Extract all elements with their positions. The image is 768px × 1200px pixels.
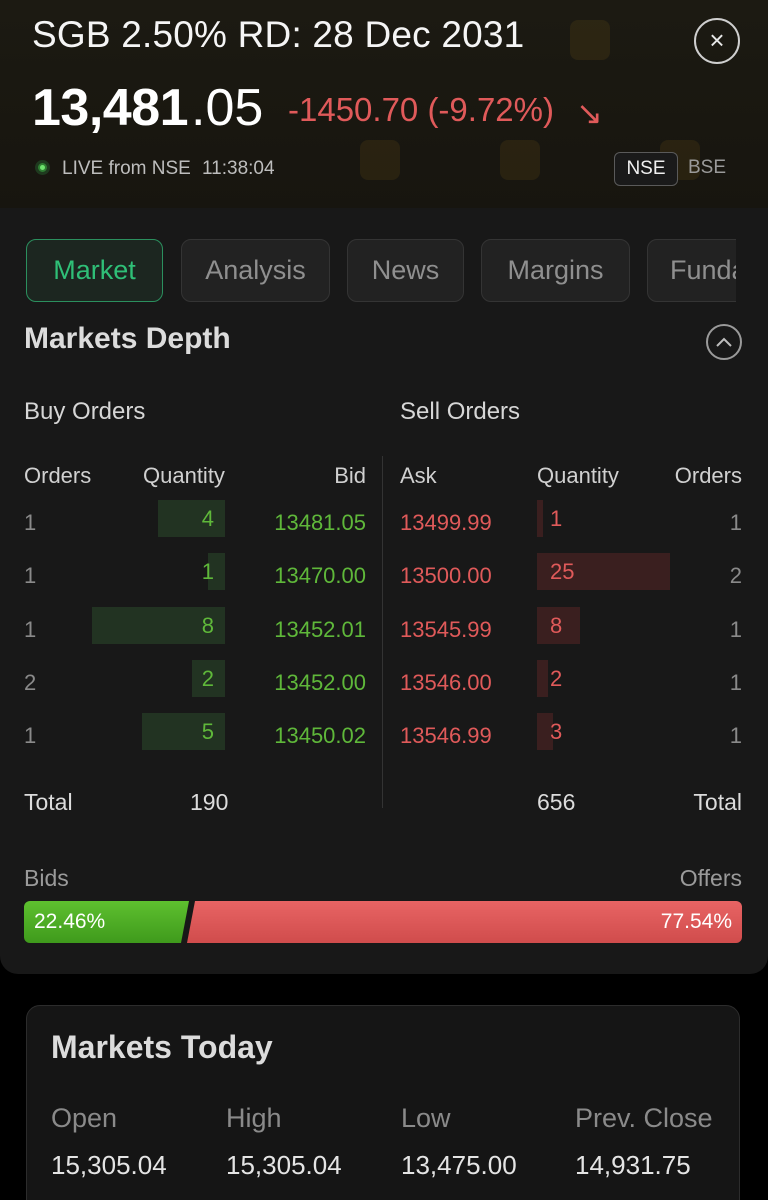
ask-price[interactable]: 13545.99 xyxy=(400,617,492,643)
last-price-decimal: .05 xyxy=(191,79,264,137)
buy-orders-count: 1 xyxy=(24,563,37,588)
live-label: LIVE from NSE xyxy=(62,158,191,179)
ask-price[interactable]: 13500.00 xyxy=(400,563,492,589)
buy-quantity: 5 xyxy=(201,719,214,744)
sell-total-label: Total xyxy=(693,789,742,815)
sell-orders-count: 1 xyxy=(729,510,742,535)
buy-quantity: 1 xyxy=(201,559,214,584)
tab-market[interactable]: Market xyxy=(26,239,163,302)
chevron-up-icon xyxy=(716,337,732,347)
buy-orders-header: Orders xyxy=(24,463,92,488)
sell-quantity: 3 xyxy=(550,719,563,744)
tab-fundamentals[interactable]: Funda xyxy=(647,239,736,302)
buy-quantity: 4 xyxy=(201,506,214,531)
bid-price[interactable]: 13470.00 xyxy=(274,563,366,589)
markets-today-title: Markets Today xyxy=(51,1029,273,1065)
bids-percentage-bar: 22.46% xyxy=(24,901,189,943)
buy-quantity-bar xyxy=(158,500,225,537)
collapse-button[interactable] xyxy=(706,324,742,360)
sell-quantity-bar xyxy=(537,660,548,697)
live-indicator-icon xyxy=(35,160,50,175)
bid-header: Bid xyxy=(334,463,366,488)
tab-margins[interactable]: Margins xyxy=(481,239,630,302)
sell-quantity: 25 xyxy=(550,559,575,584)
section-title: Markets Depth xyxy=(24,322,231,355)
ask-price[interactable]: 13499.99 xyxy=(400,510,492,536)
close-button[interactable]: × xyxy=(694,18,740,64)
sell-orders-title: Sell Orders xyxy=(400,398,521,425)
instrument-title: SGB 2.50% RD: 28 Dec 2031 xyxy=(32,14,525,55)
prev-close-value: 14,931.75 xyxy=(575,1150,691,1180)
down-arrow-icon: ↘ xyxy=(576,95,603,131)
buy-orders-count: 1 xyxy=(24,510,37,535)
bid-price[interactable]: 13452.00 xyxy=(274,670,366,696)
buy-orders-count: 1 xyxy=(24,723,37,748)
buy-total-label: Total xyxy=(24,789,73,815)
sell-orders-count: 2 xyxy=(729,563,742,588)
tab-news[interactable]: News xyxy=(347,239,464,302)
buy-total-quantity: 190 xyxy=(190,789,229,815)
live-time: 11:38:04 xyxy=(202,158,275,179)
buy-orders-count: 2 xyxy=(24,670,37,695)
tab-bar: Market Analysis News Margins Funda xyxy=(26,239,736,303)
ask-header: Ask xyxy=(400,463,437,488)
ask-price[interactable]: 13546.99 xyxy=(400,723,492,749)
background-decoration xyxy=(360,140,400,180)
high-value: 15,305.04 xyxy=(226,1150,342,1180)
high-label: High xyxy=(226,1103,282,1133)
depth-row: 2 2 13452.00 13546.00 2 1 xyxy=(0,660,768,713)
buy-orders-title: Buy Orders xyxy=(24,398,146,425)
background-decoration xyxy=(500,140,540,180)
exchange-bse-toggle[interactable]: BSE xyxy=(684,152,730,186)
prev-close-label: Prev. Close xyxy=(575,1103,713,1133)
bid-price[interactable]: 13452.01 xyxy=(274,617,366,643)
low-value: 13,475.00 xyxy=(401,1150,517,1180)
sell-quantity-header: Quantity xyxy=(537,463,619,488)
sell-orders-count: 1 xyxy=(729,670,742,695)
sell-quantity: 2 xyxy=(550,666,563,691)
tab-analysis[interactable]: Analysis xyxy=(181,239,330,302)
close-icon: × xyxy=(709,25,725,55)
bid-offer-ratio-bar: 22.46% 77.54% xyxy=(24,901,742,943)
bid-price[interactable]: 13481.05 xyxy=(274,510,366,536)
background-decoration xyxy=(570,20,610,60)
sell-quantity: 1 xyxy=(550,506,563,531)
sell-quantity-bar xyxy=(537,500,543,537)
depth-row: 1 8 13452.01 13545.99 8 1 xyxy=(0,607,768,660)
exchange-nse-toggle[interactable]: NSE xyxy=(614,152,678,186)
buy-quantity-header: Quantity xyxy=(143,463,225,488)
depth-row: 1 4 13481.05 13499.99 1 1 xyxy=(0,500,768,553)
ask-price[interactable]: 13546.00 xyxy=(400,670,492,696)
bids-label: Bids xyxy=(24,865,69,891)
depth-row: 1 5 13450.02 13546.99 3 1 xyxy=(0,713,768,766)
sell-total-quantity: 656 xyxy=(537,789,576,815)
sell-orders-count: 1 xyxy=(729,723,742,748)
low-label: Low xyxy=(401,1103,451,1133)
buy-quantity: 8 xyxy=(201,613,214,638)
bid-price[interactable]: 13450.02 xyxy=(274,723,366,749)
last-price-integer: 13,481 xyxy=(32,79,189,137)
offers-label: Offers xyxy=(679,865,742,891)
price-change: -1450.70 (-9.72%) xyxy=(288,91,554,128)
offers-percentage-bar: 77.54% xyxy=(187,901,742,943)
sell-orders-header: Orders xyxy=(674,463,742,488)
buy-orders-count: 1 xyxy=(24,617,37,642)
depth-row: 1 1 13470.00 13500.00 25 2 xyxy=(0,553,768,606)
open-value: 15,305.04 xyxy=(51,1150,167,1180)
sell-quantity: 8 xyxy=(550,613,563,638)
open-label: Open xyxy=(51,1103,118,1133)
buy-quantity: 2 xyxy=(201,666,214,691)
sell-orders-count: 1 xyxy=(729,617,742,642)
